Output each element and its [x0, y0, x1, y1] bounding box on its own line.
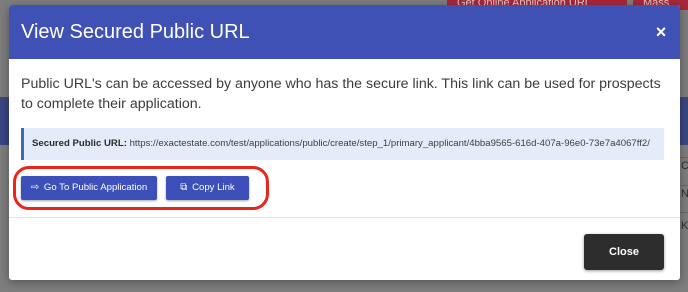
modal-footer-divider	[9, 217, 680, 218]
go-to-public-application-label: Go To Public Application	[43, 182, 148, 193]
copy-link-label: Copy Link	[192, 182, 235, 193]
copy-link-button[interactable]: ⧉ Copy Link	[166, 176, 249, 200]
close-button[interactable]: Close	[584, 234, 664, 270]
secured-url-label: Secured Public URL:	[32, 138, 127, 149]
modal-title: View Secured Public URL	[21, 21, 250, 43]
secured-url-modal: View Secured Public URL × Public URL's c…	[9, 5, 680, 280]
go-to-public-application-button[interactable]: ⇨ Go To Public Application	[21, 176, 157, 200]
modal-header: View Secured Public URL ×	[9, 5, 680, 59]
modal-description: Public URL's can be accessed by anyone w…	[21, 76, 661, 112]
secured-url-box: Secured Public URL: https://exactestate.…	[21, 128, 664, 160]
arrow-right-icon: ⇨	[30, 182, 40, 193]
background-cell-text: C	[681, 160, 688, 172]
close-icon[interactable]: ×	[650, 21, 672, 43]
copy-icon: ⧉	[180, 182, 188, 193]
secured-url-value: https://exactestate.com/test/application…	[129, 138, 650, 149]
background-cell-text: N	[681, 188, 688, 200]
background-cell-text: K	[681, 220, 688, 232]
